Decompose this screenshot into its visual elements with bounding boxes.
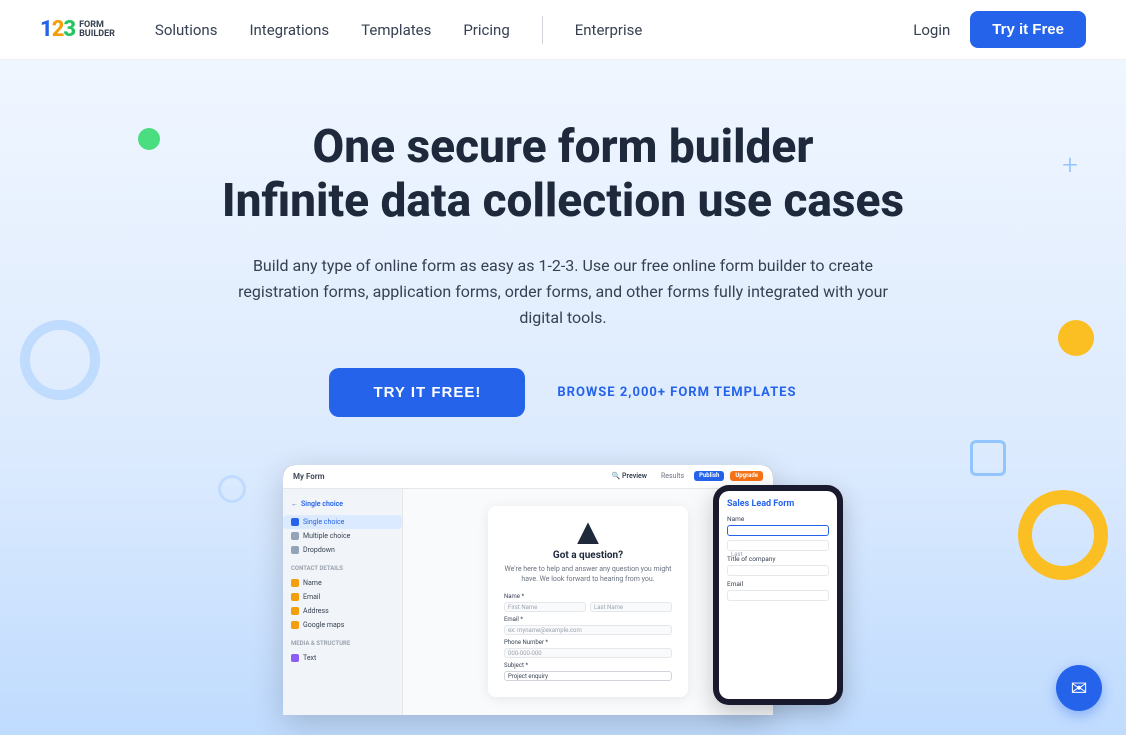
login-link[interactable]: Login [913,21,950,39]
nav-solutions[interactable]: Solutions [155,21,218,39]
hero-section: + One secure form builder Infinite data … [0,60,1126,735]
sidebar-icon [291,607,299,615]
phone-mockup: Sales Lead Form Name Last Title of compa… [713,485,843,705]
topbar-publish-badge[interactable]: Publish [694,471,724,481]
sidebar-media-section: MEDIA & STRUCTURE [283,636,402,651]
deco-orange-ring [1018,490,1108,580]
deco-blue-ring-small [218,475,246,503]
form-name-row: First Name Last Name [504,602,672,612]
sidebar-icon [291,546,299,554]
form-email-label: Email * [504,616,672,623]
nav-divider [542,16,543,44]
topbar-upgrade-badge[interactable]: Upgrade [730,471,763,481]
chat-icon: ✉ [1071,676,1088,700]
form-last-name-input[interactable]: Last Name [590,602,672,612]
form-subject-label: Subject * [504,662,672,669]
form-phone-label: Phone Number * [504,639,672,646]
sidebar-icon [291,579,299,587]
laptop-inner: ← Single choice Single choice Multiple c… [283,489,773,715]
laptop-sidebar: ← Single choice Single choice Multiple c… [283,489,403,715]
hero-buttons: TRY IT FREE! BROWSE 2,000+ FORM TEMPLATE… [222,368,904,417]
form-preview-icon [577,522,599,544]
sidebar-icon [291,621,299,629]
deco-plus-icon: + [1062,148,1078,181]
deco-orange-dot [1058,320,1094,356]
topbar-preview-tab[interactable]: 🔍 Preview [608,471,651,481]
sidebar-icon [291,532,299,540]
phone-screen: Sales Lead Form Name Last Title of compa… [719,491,837,699]
deco-rect [970,440,1006,476]
logo-builder-text: BUILDER [79,30,115,39]
deco-blue-ring [20,320,100,400]
nav-enterprise[interactable]: Enterprise [575,21,643,39]
logo-2: 2 [52,17,64,42]
laptop-mockup: My Form 🔍 Preview Results Publish Upgrad… [283,465,773,715]
form-preview-desc: We're here to help and answer any questi… [504,565,672,585]
nav-integrations[interactable]: Integrations [249,21,329,39]
sidebar-item-name[interactable]: Name [283,576,402,590]
phone-name-label: Name [727,515,829,523]
logo-3: 3 [63,17,75,42]
sidebar-item-multiple-choice[interactable]: Multiple choice [283,529,402,543]
phone-last-input[interactable]: Last [727,540,829,551]
nav-templates[interactable]: Templates [361,21,431,39]
hero-subtitle: Build any type of online form as easy as… [233,253,893,332]
phone-email-input[interactable] [727,590,829,601]
topbar-results-tab[interactable]: Results [657,471,688,481]
sidebar-icon [291,518,299,526]
nav-links: Solutions Integrations Templates Pricing… [155,16,913,44]
sidebar-item-email[interactable]: Email [283,590,402,604]
laptop-topbar: My Form 🔍 Preview Results Publish Upgrad… [283,465,773,489]
sidebar-item-single-choice[interactable]: Single choice [283,515,402,529]
sidebar-item-dropdown[interactable]: Dropdown [283,543,402,557]
sidebar-contact-section: CONTACT DETAILS [283,561,402,576]
phone-company-input[interactable] [727,565,829,576]
sidebar-item-text[interactable]: Text [283,651,402,665]
devices-mockup: My Form 🔍 Preview Results Publish Upgrad… [283,465,843,720]
laptop-form-name: My Form [293,472,325,481]
sidebar-back-label: Single choice [301,500,343,508]
sidebar-item-address[interactable]: Address [283,604,402,618]
nav-right: Login Try it Free [913,11,1086,48]
hero-content: One secure form builder Infinite data co… [222,120,904,465]
browse-templates-link[interactable]: BROWSE 2,000+ FORM TEMPLATES [557,385,796,400]
try-free-cta-button[interactable]: TRY IT FREE! [329,368,525,417]
sidebar-icon [291,593,299,601]
sidebar-icon [291,654,299,662]
form-first-name-input[interactable]: First Name [504,602,586,612]
form-email-input[interactable]: ex: myname@example.com [504,625,672,635]
phone-company-label: Title of company [727,555,829,563]
form-name-label: Name * [504,593,672,600]
phone-first-input[interactable] [727,525,829,536]
form-preview-title: Got a question? [504,550,672,561]
sidebar-back-icon: ← [291,500,298,508]
logo[interactable]: 123 FORM BUILDER [40,17,115,42]
phone-form-title: Sales Lead Form [727,499,829,509]
hero-title: One secure form builder Infinite data co… [222,120,904,229]
logo-1: 1 [40,17,52,42]
navbar: 123 FORM BUILDER Solutions Integrations … [0,0,1126,60]
form-preview-card: Got a question? We're here to help and a… [488,506,688,697]
chat-bubble[interactable]: ✉ [1056,665,1102,711]
form-subject-input[interactable]: Project enquiry [504,671,672,681]
nav-pricing[interactable]: Pricing [463,21,509,39]
try-it-free-button[interactable]: Try it Free [970,11,1086,48]
topbar-tabs: 🔍 Preview Results Publish Upgrade [608,471,763,481]
deco-green-dot [138,128,160,150]
form-phone-input[interactable]: 000-000-000 [504,648,672,658]
phone-email-label: Email [727,580,829,588]
sidebar-item-google-maps[interactable]: Google maps [283,618,402,632]
